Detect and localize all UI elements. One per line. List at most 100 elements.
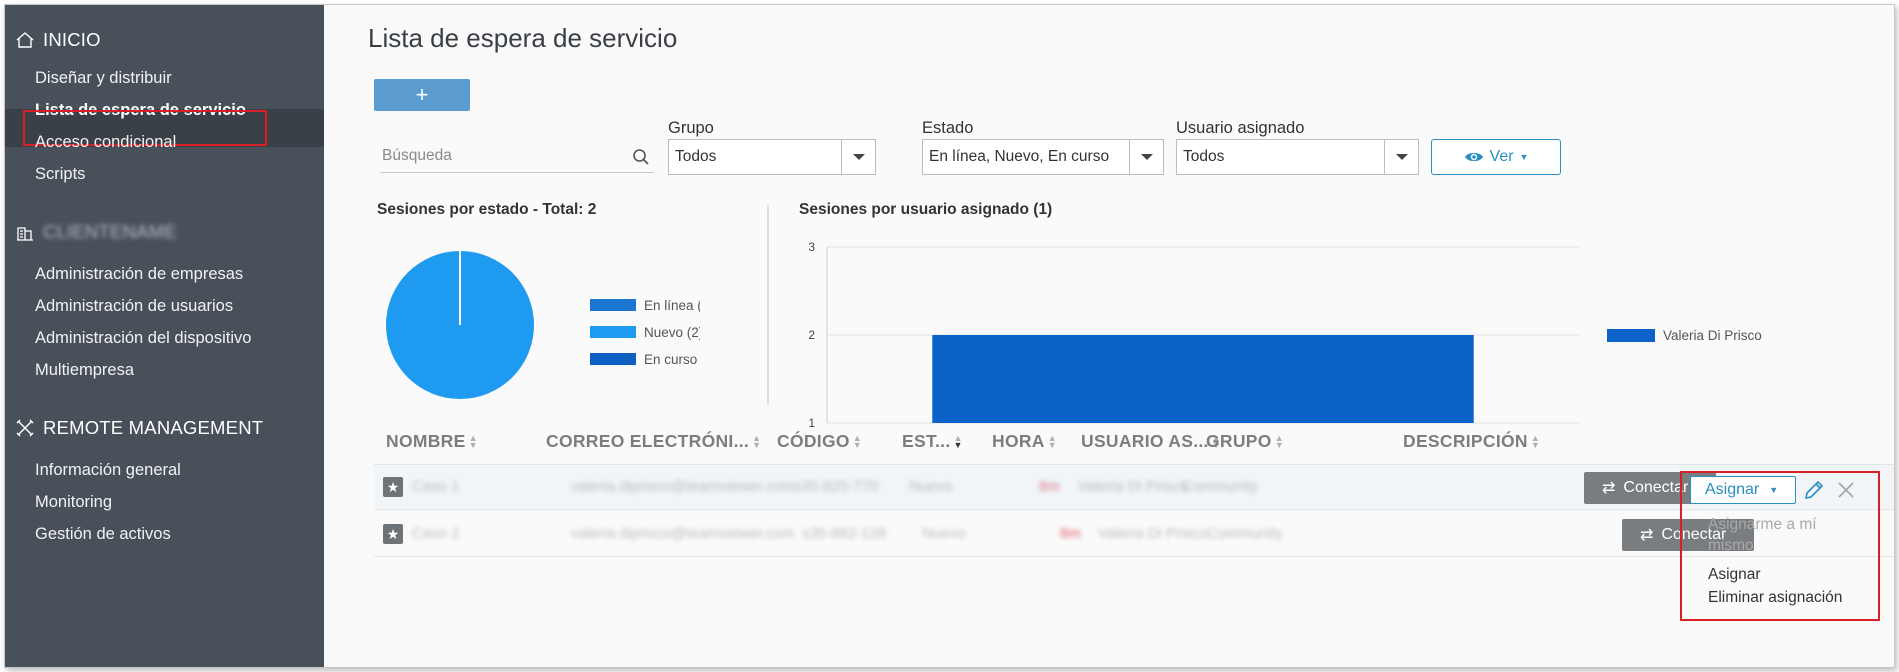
col-correo[interactable]: CORREO ELECTRÓNI... ▲ ▼ — [546, 431, 761, 452]
col-label: EST... — [902, 431, 951, 451]
bar-chart-title: Sesiones por usuario asignado (1) — [799, 201, 1053, 218]
sidebar-item-admin-usuarios[interactable]: Administración de usuarios — [35, 297, 233, 316]
menu-item-remove-assignment[interactable]: Eliminar asignación — [1708, 589, 1842, 607]
caret-down-icon: ▼ — [1769, 485, 1779, 495]
cell-nombre: Caso 2 — [412, 525, 460, 542]
page-title: Lista de espera de servicio — [368, 23, 678, 53]
legend-swatch — [1607, 329, 1655, 342]
sidebar-item-gestion-activos[interactable]: Gestión de activos — [35, 525, 171, 544]
sidebar-item-admin-dispositivo[interactable]: Administración del dispositivo — [35, 329, 251, 348]
cell-usuario: Valeria Di Prisco — [1098, 525, 1208, 542]
sidebar-section-title: REMOTE MANAGEMENT — [43, 417, 264, 438]
y-tick-label: 2 — [808, 328, 815, 342]
col-grupo[interactable]: GRUPO ▲ ▼ — [1206, 431, 1284, 452]
sort-icon[interactable]: ▲ ▼ — [752, 434, 761, 450]
sidebar: INICIO Diseñar y distribuir Lista de esp… — [5, 5, 324, 667]
grupo-label: Grupo — [668, 119, 714, 137]
menu-item-assign-self: Asignarme a mí mismo — [1708, 516, 1817, 554]
col-hora[interactable]: HORA ▲ ▼ — [992, 431, 1057, 452]
table-row[interactable]: ★ Caso 2 valeria.diprisco@teamviewer.com… — [374, 511, 1894, 557]
col-label: CÓDIGO — [777, 431, 850, 451]
col-label: CORREO ELECTRÓNI... — [546, 431, 750, 451]
cell-codigo: s35-825-770 — [794, 478, 879, 495]
close-icon[interactable] — [1835, 479, 1857, 501]
sidebar-item-acceso-condicional[interactable]: Acceso condicional — [35, 133, 176, 152]
legend-label: En línea (0) — [644, 298, 700, 313]
col-label: GRUPO — [1206, 431, 1272, 451]
legend-label: Valeria Di Prisco — [1663, 328, 1762, 343]
legend-label: En curso (0) — [644, 352, 700, 367]
sort-icon[interactable]: ▲ ▼ — [1048, 434, 1057, 450]
add-button[interactable]: + — [374, 79, 470, 111]
chevron-down-icon[interactable] — [1129, 140, 1163, 174]
usuario-select[interactable]: Todos — [1176, 139, 1419, 175]
swap-arrows-icon: ⇄ — [1602, 480, 1616, 497]
sidebar-section-remote[interactable]: REMOTE MANAGEMENT — [15, 417, 263, 439]
cell-hora: 8m — [1039, 478, 1060, 495]
cell-grupo: Community — [1207, 525, 1283, 542]
col-label: HORA — [992, 431, 1045, 451]
sort-icon[interactable]: ▲ ▼ — [953, 434, 962, 450]
estado-label: Estado — [922, 119, 974, 137]
col-nombre[interactable]: NOMBRE ▲ ▼ — [386, 431, 478, 452]
add-label: + — [415, 82, 429, 107]
cell-correo: valeria.diprisco@teamviewer.com — [571, 478, 795, 495]
chevron-down-icon[interactable] — [841, 140, 875, 174]
usuario-label: Usuario asignado — [1176, 119, 1305, 137]
ver-label: Ver — [1489, 148, 1514, 165]
tools-icon — [16, 419, 34, 437]
estado-value: En línea, Nuevo, En curso — [929, 148, 1110, 165]
legend-swatch — [590, 299, 636, 311]
ver-button[interactable]: Ver ▼ — [1431, 139, 1561, 175]
estado-select[interactable]: En línea, Nuevo, En curso — [922, 139, 1164, 175]
assign-button[interactable]: Asignar ▼ — [1690, 476, 1796, 504]
cell-estado: Nuevo — [922, 525, 966, 542]
search-input[interactable] — [380, 141, 610, 171]
pie-chart-title: Sesiones por estado - Total: 2 — [377, 201, 597, 218]
chevron-down-icon[interactable] — [1384, 140, 1418, 174]
sidebar-section-company[interactable]: CLIENTENAME — [15, 221, 177, 243]
sort-icon[interactable]: ▲ ▼ — [1275, 434, 1284, 450]
cell-codigo: s35-882-128 — [802, 525, 887, 542]
sidebar-item-disenar[interactable]: Diseñar y distribuir — [35, 69, 172, 88]
col-codigo[interactable]: CÓDIGO ▲ ▼ — [777, 431, 862, 452]
sort-icon[interactable]: ▲ ▼ — [1531, 434, 1540, 450]
building-icon — [17, 227, 33, 241]
edit-icon[interactable] — [1802, 478, 1826, 502]
col-usuario[interactable]: USUARIO AS... ▲ ▼ — [1081, 431, 1221, 452]
cell-correo: valeria.diprisco@teamviewer.com — [571, 525, 795, 542]
col-descripcion[interactable]: DESCRIPCIÓN ▲ ▼ — [1403, 431, 1540, 452]
sort-icon[interactable]: ▲ ▼ — [853, 434, 862, 450]
legend-label: Nuevo (2) — [644, 325, 700, 340]
cell-nombre: Caso 1 — [412, 478, 460, 495]
y-tick-label: 3 — [808, 240, 815, 254]
sidebar-item-scripts[interactable]: Scripts — [35, 165, 85, 184]
sidebar-item-multiempresa[interactable]: Multiempresa — [35, 361, 134, 380]
usuario-value: Todos — [1183, 148, 1225, 165]
bar-chart: 1 2 3 Valeria Di Prisco — [808, 240, 1762, 430]
cell-hora: 6m — [1060, 525, 1081, 542]
grupo-select[interactable]: Todos — [668, 139, 876, 175]
home-icon — [16, 32, 34, 48]
table-row[interactable]: ★ Caso 1 valeria.diprisco@teamviewer.com… — [374, 464, 1894, 510]
sidebar-item-info-general[interactable]: Información general — [35, 461, 181, 480]
legend-swatch — [590, 353, 636, 365]
app-window: INICIO Diseñar y distribuir Lista de esp… — [4, 4, 1895, 668]
menu-item-assign[interactable]: Asignar — [1708, 566, 1761, 584]
assign-label: Asignar — [1705, 481, 1760, 498]
sidebar-item-monitoring[interactable]: Monitoring — [35, 493, 112, 512]
cell-usuario: Valeria Di Prisco — [1078, 478, 1188, 495]
search-icon[interactable] — [632, 148, 650, 166]
connect-label: Conectar — [1623, 479, 1689, 496]
bar — [932, 335, 1474, 423]
star-icon[interactable]: ★ — [383, 524, 403, 544]
sidebar-item-admin-empresas[interactable]: Administración de empresas — [35, 265, 243, 284]
sidebar-section-title: INICIO — [43, 29, 101, 50]
cell-estado: Nuevo — [909, 478, 953, 495]
star-icon[interactable]: ★ — [383, 477, 403, 497]
col-estado[interactable]: EST... ▲ ▼ — [902, 431, 963, 452]
sidebar-section-inicio[interactable]: INICIO — [15, 29, 101, 51]
sort-icon[interactable]: ▲ ▼ — [469, 434, 478, 450]
caret-down-icon: ▼ — [1519, 152, 1529, 162]
col-label: USUARIO AS... — [1081, 431, 1209, 451]
